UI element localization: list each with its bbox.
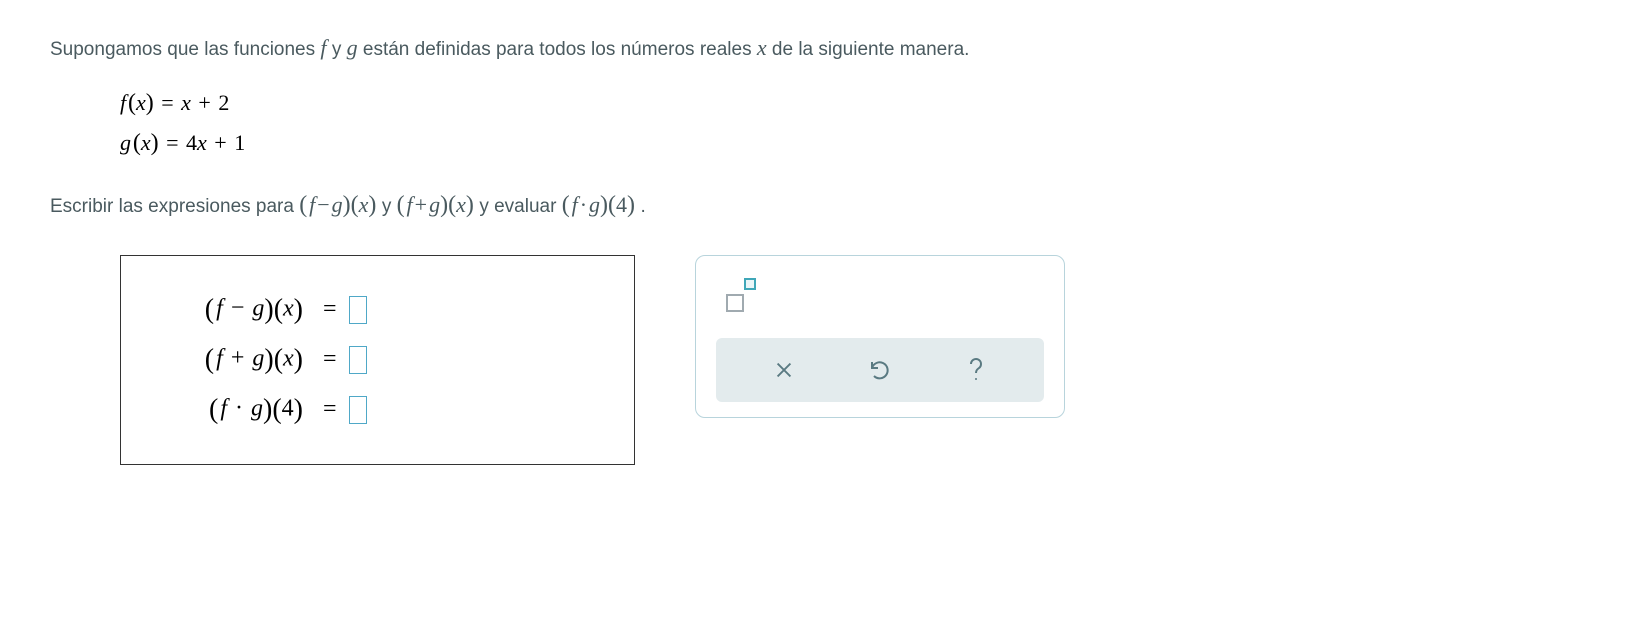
reset-button[interactable] <box>860 352 900 388</box>
def-g-var: x <box>141 130 151 155</box>
instr-expr3: ( f·g)(4) <box>562 192 641 217</box>
undo-icon <box>868 358 892 382</box>
instr-expr2: ( f+g)(x) <box>397 192 480 217</box>
exponent-sup-icon <box>744 278 756 290</box>
instr-conj1: y <box>382 192 392 222</box>
instr-text-3: . <box>641 192 646 222</box>
math-toolbar <box>695 255 1065 418</box>
answer-row-3: ( f · g)(4) = <box>151 394 604 426</box>
function-definitions: f (x) = x + 2 g (x) = 4x + 1 <box>120 85 1581 161</box>
intro-paragraph: Supongamos que las funciones f y g están… <box>50 30 1581 65</box>
intro-text-2: están definidas para todos los números r… <box>363 35 752 65</box>
instr-text-2: y evaluar <box>479 192 556 222</box>
answer-row-2: ( f + g)(x) = <box>151 344 604 376</box>
def-g-rhs-a: 4 <box>186 130 197 155</box>
instruction-paragraph: Escribir las expresiones para ( f−g)(x) … <box>50 186 1581 224</box>
intro-text-1: Supongamos que las funciones <box>50 35 315 65</box>
question-icon <box>964 355 988 385</box>
def-g-rhs-op: + <box>212 130 228 155</box>
help-button[interactable] <box>956 352 996 388</box>
intro-g: g <box>347 35 358 60</box>
instr-text-1: Escribir las expresiones para <box>50 192 294 222</box>
toolbar-tools <box>716 274 1044 338</box>
answer-box: ( f − g)(x) = ( f + g)(x) = ( f · g)(4) … <box>120 255 635 465</box>
toolbar-actions <box>716 338 1044 402</box>
def-f-fn: f <box>120 90 126 115</box>
def-g: g (x) = 4x + 1 <box>120 125 1581 161</box>
intro-text-3: de la siguiente manera. <box>772 35 970 65</box>
exponent-button[interactable] <box>726 282 762 312</box>
x-icon <box>773 359 795 381</box>
def-f-rhs-op: + <box>196 90 212 115</box>
def-g-rhs-b: x <box>197 130 207 155</box>
intro-conj: y <box>332 35 342 65</box>
intro-x: x <box>757 35 767 60</box>
def-f: f (x) = x + 2 <box>120 85 1581 121</box>
def-g-rhs-c: 1 <box>234 130 245 155</box>
def-f-rhs-b: 2 <box>218 90 229 115</box>
def-f-var: x <box>136 90 146 115</box>
exponent-base-icon <box>726 294 744 312</box>
answer-input-2[interactable] <box>349 346 367 374</box>
intro-f: f <box>320 35 326 60</box>
answer-input-3[interactable] <box>349 396 367 424</box>
answer-row-1: ( f − g)(x) = <box>151 294 604 326</box>
instr-expr1: ( f−g)(x) <box>299 192 382 217</box>
def-g-fn: g <box>120 130 131 155</box>
answer-input-1[interactable] <box>349 296 367 324</box>
clear-button[interactable] <box>764 352 804 388</box>
def-f-rhs-a: x <box>181 90 191 115</box>
